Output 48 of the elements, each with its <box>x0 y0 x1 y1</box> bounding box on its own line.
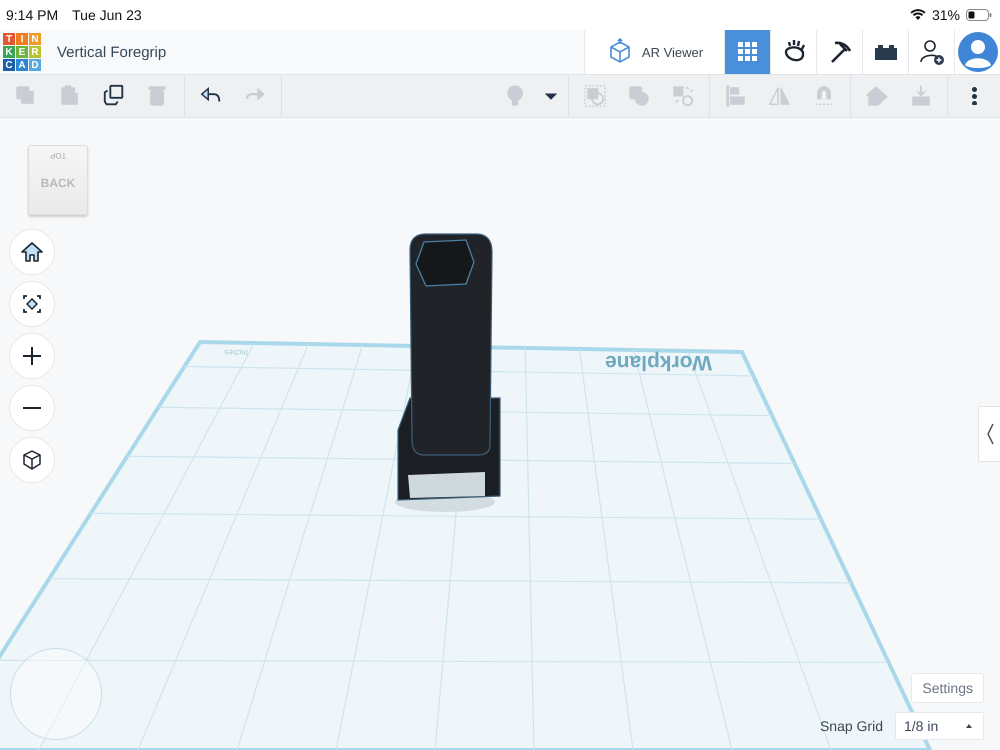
settings-button[interactable]: Settings <box>911 673 984 703</box>
profile-button[interactable] <box>954 30 1000 74</box>
zoom-out-icon <box>22 406 42 410</box>
logo-letter: C <box>3 59 15 71</box>
battery-percent: 31% <box>932 7 960 23</box>
status-date: Tue Jun 23 <box>72 7 142 23</box>
logo-letter: D <box>29 59 41 71</box>
snap-grid-dropdown[interactable]: 1/8 in <box>895 712 984 740</box>
add-user-icon <box>918 38 946 66</box>
home-icon <box>20 240 44 264</box>
fit-view-icon <box>20 292 44 316</box>
chevron-left-icon <box>984 422 994 446</box>
ungroup-icon <box>671 84 695 108</box>
logo-letter: T <box>3 33 15 45</box>
battery-icon <box>966 9 992 21</box>
logo-letter: K <box>3 46 15 58</box>
avatar-icon <box>958 32 998 72</box>
view-control-button[interactable] <box>9 229 55 275</box>
group-icon <box>583 84 607 108</box>
ar-viewer-button[interactable]: AR Viewer <box>584 30 724 74</box>
duplicate-icon <box>102 84 126 108</box>
wifi-icon <box>910 9 926 21</box>
import-icon <box>909 84 933 108</box>
design-title: Vertical Foregrip <box>57 44 166 60</box>
snap-grid-label: Snap Grid <box>820 718 883 734</box>
status-time: 9:14 PM <box>6 7 58 23</box>
caret-icon <box>965 723 973 729</box>
logo-letter: E <box>16 46 28 58</box>
view-button[interactable] <box>816 30 862 74</box>
solid-shape-icon <box>627 84 651 108</box>
view-button[interactable] <box>770 30 816 74</box>
view-control-button[interactable] <box>9 333 55 379</box>
view-button[interactable] <box>862 30 908 74</box>
align-icon <box>724 84 748 108</box>
logo-letter: N <box>29 33 41 45</box>
caret-icon <box>545 92 557 100</box>
panel-toggle-tab[interactable] <box>978 406 1000 462</box>
view-control-button[interactable] <box>9 437 55 483</box>
cube-face-label: TOP <box>50 151 66 160</box>
view-control-button[interactable] <box>9 281 55 327</box>
logo-letter: I <box>16 33 28 45</box>
logo-letter: A <box>16 59 28 71</box>
workplane-label: Workplane <box>605 351 712 374</box>
units-label: Inches <box>224 348 248 357</box>
view-button[interactable] <box>908 30 954 74</box>
logo-letter: R <box>29 46 41 58</box>
menu-icon <box>972 87 976 105</box>
zoom-in-icon <box>20 344 44 368</box>
